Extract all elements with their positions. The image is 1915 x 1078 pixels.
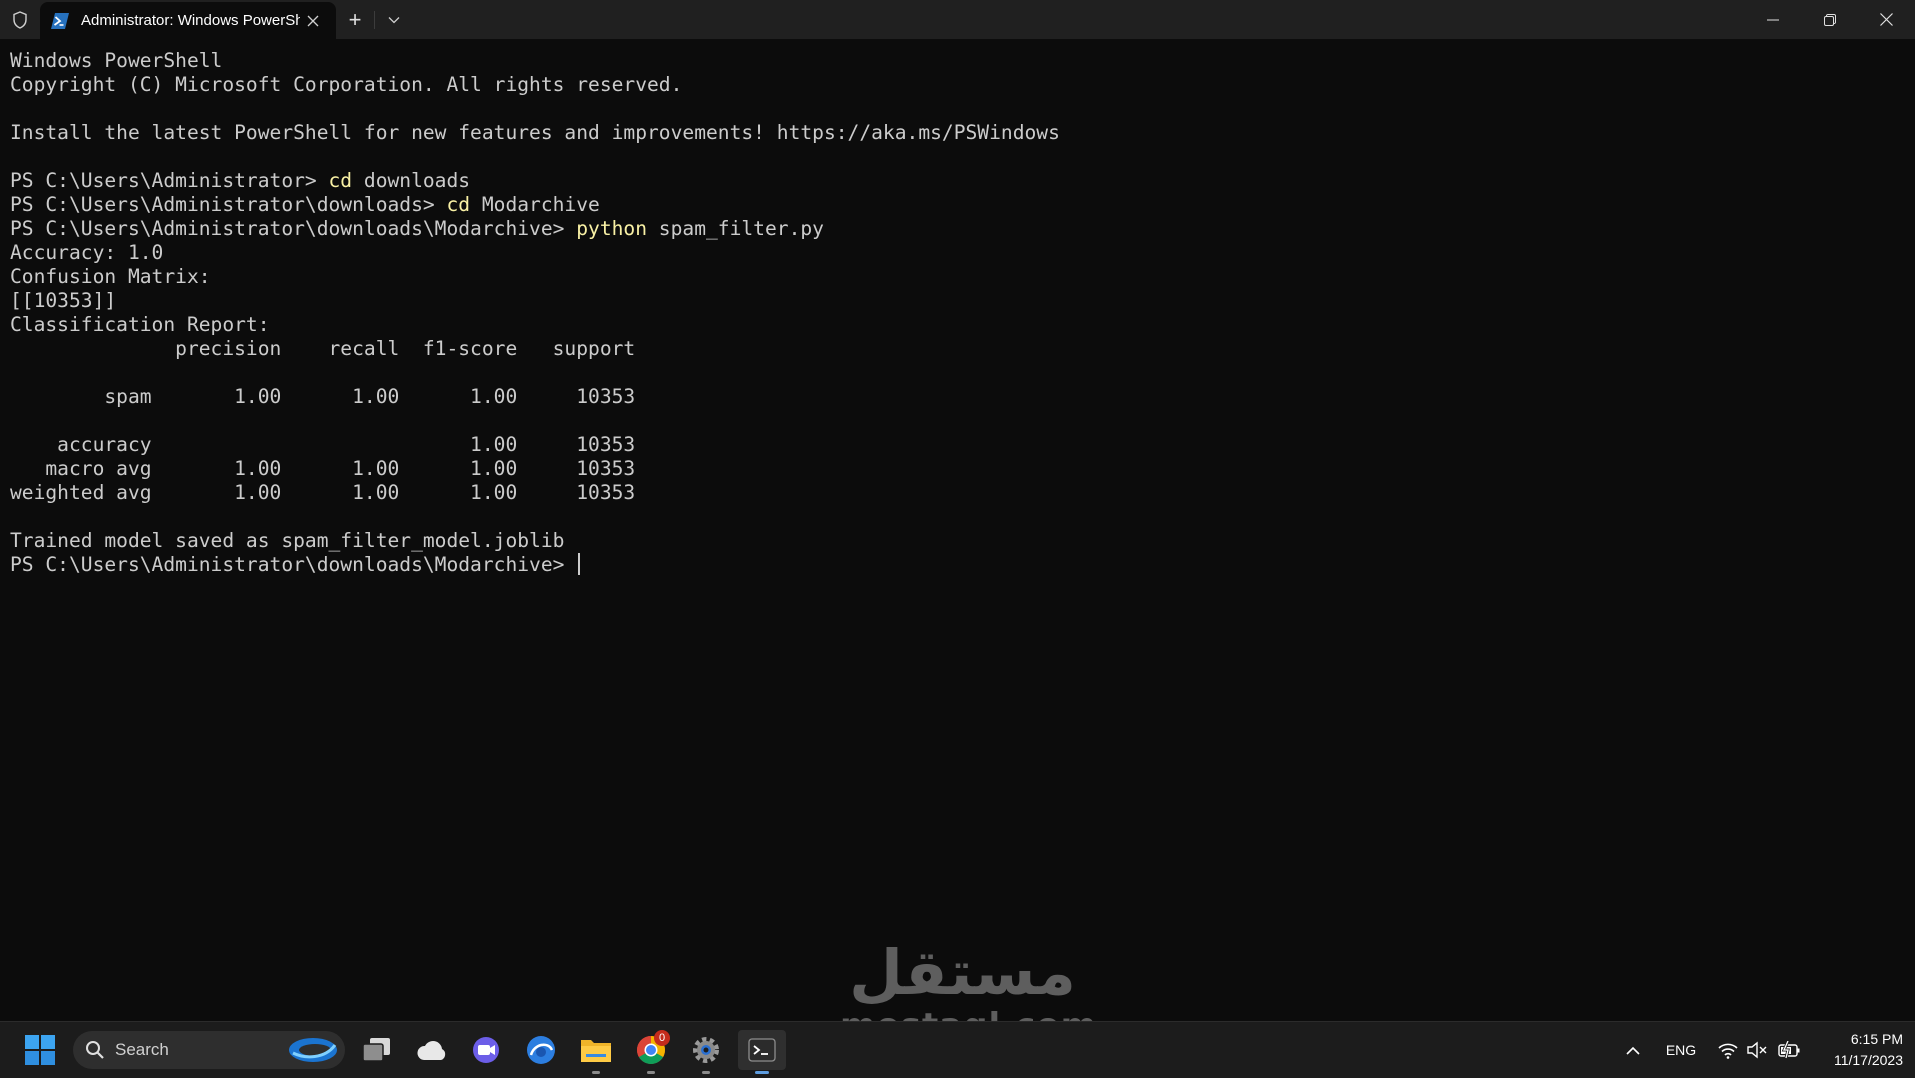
chevron-up-icon (1626, 1046, 1640, 1055)
running-indicator (592, 1071, 600, 1074)
terminal-line: Windows PowerShell (10, 49, 1905, 73)
terminal-line (10, 409, 1905, 433)
command-args: Modarchive (470, 193, 600, 216)
gear-icon (691, 1035, 721, 1065)
terminal-line: PS C:\Users\Administrator\downloads> cd … (10, 193, 1905, 217)
terminal-line: Classification Report: (10, 313, 1905, 337)
command-name: cd (446, 193, 470, 216)
restore-icon (1824, 14, 1836, 26)
text-cursor (578, 553, 580, 575)
terminal-line: Accuracy: 1.0 (10, 241, 1905, 265)
plus-icon: + (349, 7, 362, 33)
notification-badge: 0 (654, 1030, 670, 1046)
terminal-line: Confusion Matrix: (10, 265, 1905, 289)
copilot-icon (287, 1035, 339, 1065)
edge-button[interactable] (521, 1030, 561, 1070)
terminal-line: weighted avg 1.00 1.00 1.00 10353 (10, 481, 1905, 505)
terminal-line: Install the latest PowerShell for new fe… (10, 121, 1905, 145)
settings-button[interactable] (686, 1030, 726, 1070)
terminal-line: macro avg 1.00 1.00 1.00 10353 (10, 457, 1905, 481)
show-hidden-icons-button[interactable] (1613, 1030, 1653, 1070)
search-icon (85, 1040, 105, 1060)
terminal-line (10, 505, 1905, 529)
terminal-line (10, 145, 1905, 169)
clock-date: 11/17/2023 (1834, 1050, 1903, 1071)
watermark-arabic: مستقل (840, 938, 1085, 1008)
language-label: ENG (1666, 1042, 1696, 1058)
command-name: cd (329, 169, 353, 192)
battery-charging-icon (1777, 1041, 1801, 1059)
active-indicator (755, 1071, 769, 1074)
running-indicator (647, 1071, 655, 1074)
widgets-button[interactable] (412, 1030, 452, 1070)
wifi-icon (1717, 1041, 1739, 1059)
terminal-line: PS C:\Users\Administrator\downloads\Moda… (10, 217, 1905, 241)
windows-logo-icon (25, 1035, 55, 1065)
taskbar: Search 0 (0, 1021, 1915, 1078)
shield-icon (0, 0, 40, 39)
terminal-line: Trained model saved as spam_filter_model… (10, 529, 1905, 553)
close-icon (1880, 13, 1893, 26)
terminal-line: spam 1.00 1.00 1.00 10353 (10, 385, 1905, 409)
command-args: spam_filter.py (647, 217, 824, 240)
clock-time: 6:15 PM (1834, 1029, 1903, 1050)
terminal-line: Copyright (C) Microsoft Corporation. All… (10, 73, 1905, 97)
folder-icon (580, 1037, 612, 1063)
terminal-line: PS C:\Users\Administrator> cd downloads (10, 169, 1905, 193)
weather-icon (416, 1038, 448, 1062)
terminal-button[interactable] (738, 1030, 786, 1070)
minimize-icon (1767, 19, 1779, 21)
start-button[interactable] (20, 1030, 60, 1070)
task-view-button[interactable] (357, 1030, 397, 1070)
terminal-line: precision recall f1-score support (10, 337, 1905, 361)
language-indicator[interactable]: ENG (1661, 1030, 1701, 1070)
terminal-line: accuracy 1.00 10353 (10, 433, 1905, 457)
terminal-line: PS C:\Users\Administrator\downloads\Moda… (10, 553, 1905, 577)
close-tab-icon[interactable] (300, 8, 326, 34)
prompt: PS C:\Users\Administrator> (10, 169, 329, 192)
tab-title: Administrator: Windows PowerShell (81, 12, 300, 29)
terminal-line (10, 361, 1905, 385)
tab-powershell[interactable]: Administrator: Windows PowerShell (40, 2, 336, 39)
new-tab-button[interactable]: + (336, 0, 374, 39)
tab-dropdown-button[interactable] (375, 0, 413, 39)
terminal-line: [[10353]] (10, 289, 1905, 313)
task-view-icon (362, 1038, 392, 1062)
command-name: python (576, 217, 647, 240)
prompt: PS C:\Users\Administrator\downloads\Moda… (10, 217, 576, 240)
terminal-icon (748, 1038, 776, 1062)
file-explorer-button[interactable] (576, 1030, 616, 1070)
running-indicator (702, 1071, 710, 1074)
terminal-line (10, 97, 1905, 121)
prompt: PS C:\Users\Administrator\downloads\Moda… (10, 553, 576, 576)
restore-button[interactable] (1801, 0, 1858, 39)
powershell-icon (51, 13, 69, 29)
prompt: PS C:\Users\Administrator\downloads> (10, 193, 446, 216)
terminal-output[interactable]: Windows PowerShellCopyright (C) Microsof… (10, 49, 1905, 1009)
search-box[interactable]: Search (73, 1031, 345, 1069)
volume-muted-icon (1747, 1041, 1769, 1059)
close-window-button[interactable] (1858, 0, 1915, 39)
teams-button[interactable] (466, 1030, 506, 1070)
search-label: Search (115, 1040, 169, 1060)
quick-settings-button[interactable] (1707, 1030, 1811, 1070)
chevron-down-icon (388, 16, 400, 24)
chat-icon (470, 1036, 502, 1064)
browser-icon (526, 1035, 556, 1065)
chrome-button[interactable]: 0 (631, 1030, 671, 1070)
command-args: downloads (352, 169, 470, 192)
clock[interactable]: 6:15 PM 11/17/2023 (1834, 1029, 1903, 1071)
minimize-button[interactable] (1744, 0, 1801, 39)
title-bar: Administrator: Windows PowerShell + (0, 0, 1915, 39)
